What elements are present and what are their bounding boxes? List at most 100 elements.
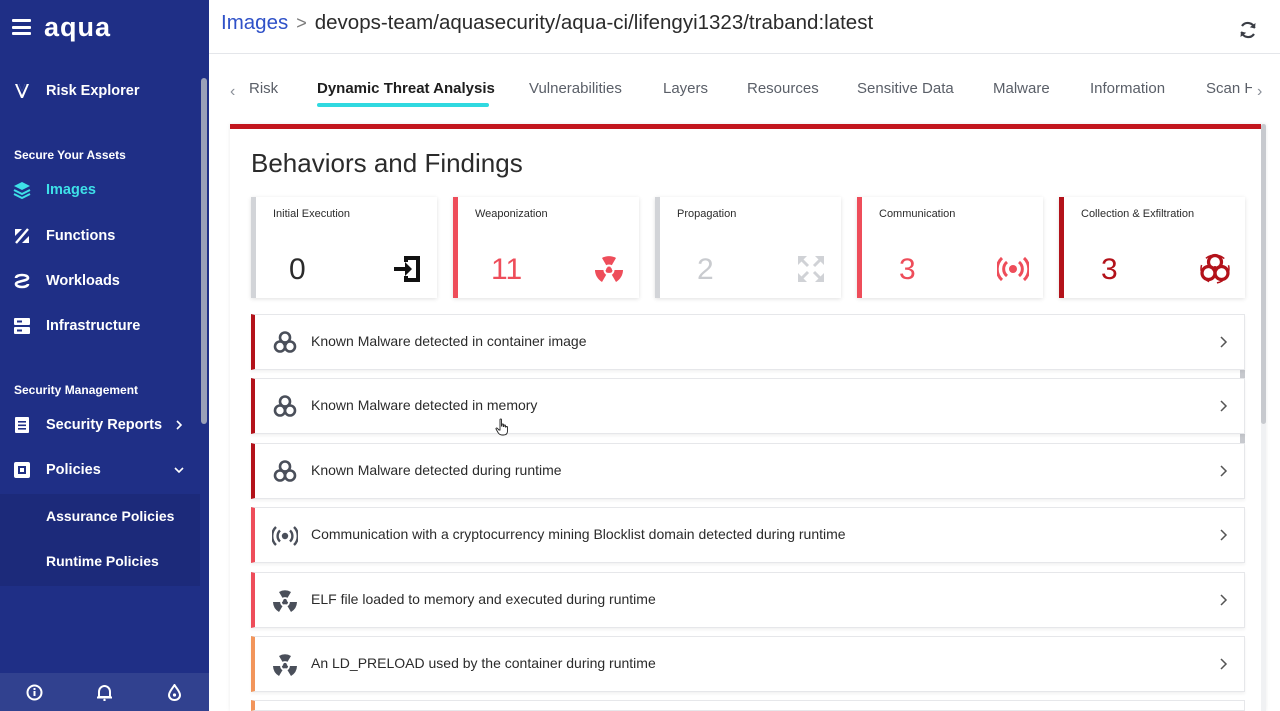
biohazard-icon (1199, 253, 1231, 285)
card-title: Communication (879, 208, 956, 220)
finding-row[interactable]: ELF file loaded to memory and executed d… (251, 572, 1245, 628)
card-title: Propagation (677, 208, 737, 220)
drop-icon[interactable] (164, 682, 184, 702)
tab-malware[interactable]: Malware (993, 80, 1050, 97)
sidebar-item-functions[interactable]: Functions (0, 216, 200, 256)
sidebar-item-images[interactable]: Images (0, 170, 200, 210)
page-header: Images > devops-team/aquasecurity/aqua-ci/… (209, 0, 1280, 54)
finding-row[interactable]: Known Malware detected in memory (251, 378, 1245, 434)
card-count: 3 (1101, 253, 1118, 286)
finding-title: Communication with a cryptocurrency mini… (311, 526, 846, 542)
card-count: 2 (697, 253, 714, 286)
category-card-initial-execution[interactable]: Initial Execution 0 (251, 197, 437, 298)
risk-explorer-icon (12, 81, 32, 101)
category-card-communication[interactable]: Communication 3 (857, 197, 1043, 298)
workloads-icon (12, 271, 32, 291)
sidebar-item-label: Infrastructure (46, 318, 141, 334)
sidebar-item-security-reports[interactable]: Security Reports (0, 405, 200, 445)
section-secure-assets: Secure Your Assets (14, 148, 126, 162)
card-count: 0 (289, 253, 306, 286)
sidebar-item-label: Images (46, 182, 96, 198)
finding-row[interactable]: An LD_PRELOAD used by the container duri… (251, 636, 1245, 692)
finding-title: Known Malware detected during runtime (311, 462, 562, 478)
sidebar-item-runtime-policies[interactable]: Runtime Policies (46, 553, 159, 569)
tab-resources[interactable]: Resources (747, 80, 819, 97)
finding-title: ELF file loaded to memory and executed d… (311, 591, 656, 607)
biohazard-icon (271, 329, 299, 357)
finding-row[interactable] (251, 700, 1245, 711)
sidebar-footer (0, 673, 209, 711)
hamburger-menu-icon[interactable] (12, 19, 31, 35)
chevron-right-icon (176, 420, 183, 430)
radiation-icon (271, 587, 299, 615)
sidebar-item-policies[interactable]: Policies (0, 450, 200, 490)
section-heading: Behaviors and Findings (251, 148, 523, 178)
finding-row[interactable]: Known Malware detected during runtime (251, 443, 1245, 499)
sidebar-item-label: Policies (46, 462, 101, 478)
page-scrollbar[interactable] (1261, 124, 1266, 711)
sidebar-item-workloads[interactable]: Workloads (0, 261, 200, 301)
radiation-icon (593, 253, 625, 285)
sidebar-item-infrastructure[interactable]: Infrastructure (0, 306, 200, 346)
policies-submenu: Assurance Policies Runtime Policies (0, 494, 200, 586)
broadcast-icon (997, 253, 1029, 285)
refresh-icon[interactable] (1238, 20, 1258, 40)
sidebar: aqua Risk Explorer Secure Your Assets Im… (0, 0, 209, 711)
category-card-weaponization[interactable]: Weaponization 11 (453, 197, 639, 298)
finding-row[interactable]: Known Malware detected in container imag… (251, 314, 1245, 370)
tabs-scroll-right-icon[interactable]: › (1257, 83, 1262, 101)
sidebar-item-risk-explorer[interactable]: Risk Explorer (0, 71, 200, 111)
tab-layers[interactable]: Layers (663, 80, 708, 97)
tab-information[interactable]: Information (1090, 80, 1165, 97)
layers-icon (12, 180, 32, 200)
chevron-down-icon (174, 467, 184, 474)
expand-arrows-icon (795, 253, 827, 285)
tab-vulnerabilities[interactable]: Vulnerabilities (529, 80, 622, 97)
finding-title: Known Malware detected in memory (311, 397, 538, 413)
sidebar-scrollbar[interactable] (201, 78, 207, 424)
tabs-scroll-left-icon[interactable]: ‹ (230, 83, 235, 101)
card-count: 3 (899, 253, 916, 286)
server-icon (12, 316, 32, 336)
policy-icon (12, 460, 32, 480)
functions-icon (12, 226, 32, 246)
info-icon[interactable] (25, 682, 45, 702)
tab-sensitive-data[interactable]: Sensitive Data (857, 80, 954, 97)
chevron-right-icon (1220, 400, 1228, 412)
chevron-right-icon (1220, 336, 1228, 348)
breadcrumb: Images > devops-team/aquasecurity/aqua-ci/… (221, 11, 873, 35)
biohazard-icon (271, 458, 299, 486)
section-security-management: Security Management (14, 383, 139, 397)
category-card-propagation[interactable]: Propagation 2 (655, 197, 841, 298)
radiation-icon (271, 651, 299, 679)
tab-dynamic-threat-analysis[interactable]: Dynamic Threat Analysis (317, 80, 495, 97)
bell-icon[interactable] (94, 682, 114, 702)
breadcrumb-separator: > (296, 13, 307, 33)
aqua-logo[interactable]: aqua (44, 12, 111, 43)
card-title: Weaponization (475, 208, 548, 220)
breadcrumb-images-link[interactable]: Images (221, 11, 288, 34)
chevron-right-icon (1220, 529, 1228, 541)
chevron-right-icon (1220, 594, 1228, 606)
sidebar-item-label: Workloads (46, 273, 120, 289)
tab-scan-history[interactable]: Scan H (1206, 80, 1252, 97)
category-card-collection-exfiltration[interactable]: Collection & Exfiltration 3 (1059, 197, 1245, 298)
card-title: Initial Execution (273, 208, 351, 220)
sidebar-item-label: Functions (46, 228, 116, 244)
sidebar-item-label: Risk Explorer (46, 83, 140, 99)
active-tab-indicator (317, 103, 489, 107)
broadcast-icon (271, 522, 299, 550)
finding-row[interactable]: Communication with a cryptocurrency mini… (251, 507, 1245, 563)
card-count: 11 (491, 253, 523, 286)
tab-risk[interactable]: Risk (249, 80, 278, 97)
report-icon (12, 415, 32, 435)
entry-icon (391, 253, 423, 285)
biohazard-icon (271, 393, 299, 421)
page-scrollbar-thumb[interactable] (1261, 124, 1266, 424)
breadcrumb-image-path: devops-team/aquasecurity/aqua-ci/lifengy… (314, 11, 874, 34)
finding-title: Known Malware detected in container imag… (311, 333, 587, 349)
chevron-right-icon (1220, 465, 1228, 477)
sidebar-item-assurance-policies[interactable]: Assurance Policies (46, 508, 174, 524)
chevron-right-icon (1220, 658, 1228, 670)
sidebar-header: aqua (0, 0, 209, 56)
